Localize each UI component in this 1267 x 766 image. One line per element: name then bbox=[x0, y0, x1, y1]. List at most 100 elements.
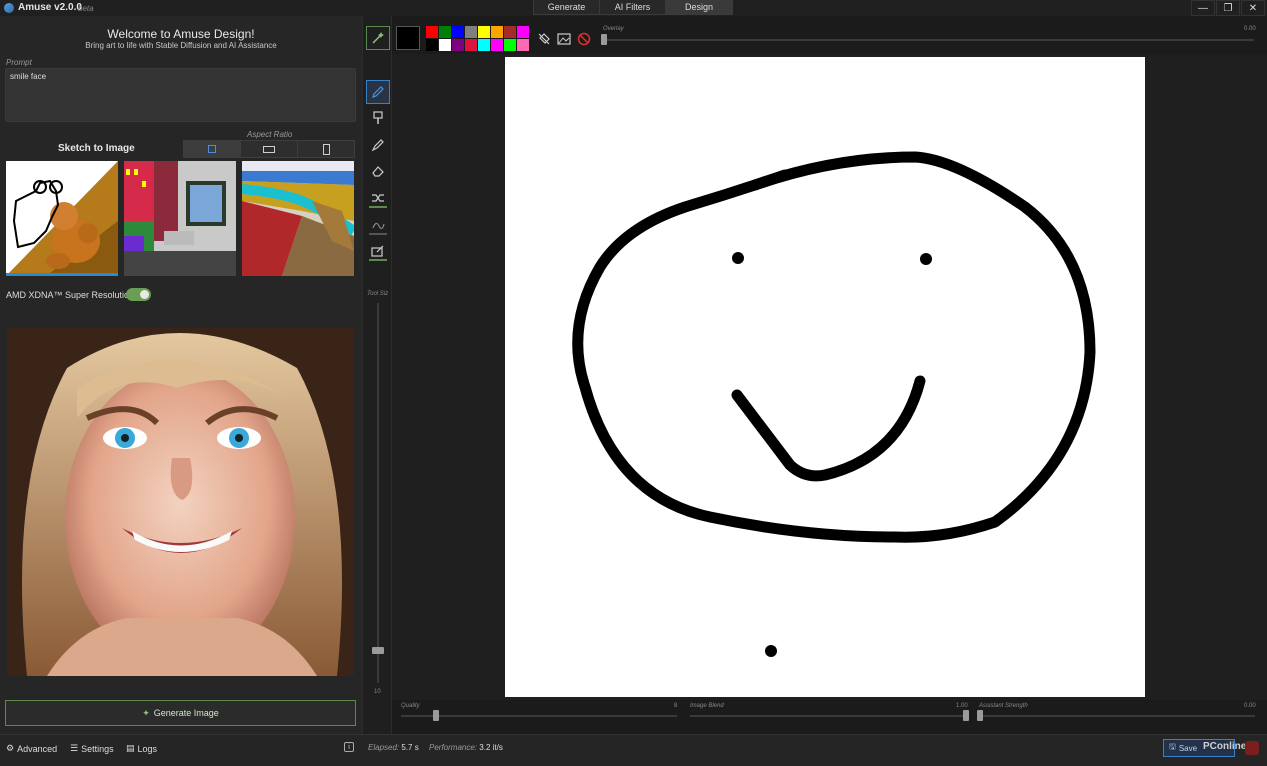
marker-tool[interactable] bbox=[366, 133, 390, 157]
palette-color-swatch[interactable] bbox=[452, 39, 464, 51]
brush-tool[interactable] bbox=[366, 106, 390, 130]
save-label: Save bbox=[1178, 743, 1198, 753]
selected-color-swatch[interactable] bbox=[396, 26, 420, 50]
brush-icon bbox=[373, 111, 383, 124]
performance-value: 3.2 it/s bbox=[479, 743, 503, 752]
generation-sliders: Quality 8 Image Blend 1.00 Assistant Str… bbox=[392, 700, 1267, 734]
eraser-tool[interactable] bbox=[366, 159, 390, 183]
overlay-slider-thumb[interactable] bbox=[601, 34, 607, 45]
palette-color-swatch[interactable] bbox=[504, 39, 516, 51]
advanced-button[interactable]: ⚙ Advanced bbox=[6, 743, 57, 754]
save-icon: 🖫 bbox=[1169, 742, 1176, 751]
sketch-drawing bbox=[572, 151, 1096, 657]
palette-color-swatch[interactable] bbox=[426, 26, 438, 38]
pencil-tool[interactable] bbox=[366, 80, 390, 104]
welcome-title: Welcome to Amuse Design! bbox=[107, 27, 255, 41]
image-icon[interactable] bbox=[557, 32, 571, 46]
status-bar: ⚙ Advanced ☰ Settings ▤ Logs i Elapsed: 5.7… bbox=[0, 734, 1267, 766]
tool-size-value: 10 bbox=[374, 689, 381, 695]
eraser-icon bbox=[372, 166, 384, 177]
palette-color-swatch[interactable] bbox=[517, 26, 529, 38]
palette-color-swatch[interactable] bbox=[478, 39, 490, 51]
minimize-button[interactable]: — bbox=[1191, 0, 1215, 16]
tab-design[interactable]: Design bbox=[666, 0, 732, 14]
aspect-square-button[interactable] bbox=[184, 141, 241, 157]
tab-generate[interactable]: Generate bbox=[534, 0, 600, 14]
performance-label: Performance: bbox=[429, 743, 478, 752]
clear-canvas-icon[interactable] bbox=[577, 32, 591, 46]
smudge-icon bbox=[372, 222, 385, 230]
performance-status: Performance: 3.2 it/s bbox=[429, 743, 503, 752]
sketch-preset-teddy-bear[interactable] bbox=[6, 161, 118, 276]
marker-icon bbox=[371, 139, 384, 152]
status-indicator-icon bbox=[1245, 741, 1259, 755]
elapsed-status: Elapsed: 5.7 s bbox=[368, 743, 419, 752]
magic-wand-tool[interactable] bbox=[366, 26, 390, 50]
amuse-logo-icon bbox=[4, 3, 14, 13]
settings-icon: ☰ bbox=[70, 743, 79, 753]
sketch-preset-room[interactable] bbox=[124, 161, 236, 276]
palette-color-swatch[interactable] bbox=[517, 39, 529, 51]
image-blend-label: Image Blend bbox=[690, 703, 724, 709]
quality-value: 8 bbox=[674, 703, 678, 709]
palette-color-swatch[interactable] bbox=[465, 39, 477, 51]
image-blend-slider-track[interactable] bbox=[690, 715, 968, 717]
advanced-icon: ⚙ bbox=[6, 743, 15, 753]
assistant-strength-slider-track[interactable] bbox=[979, 715, 1255, 717]
aspect-ratio-label: Aspect Ratio bbox=[247, 130, 293, 139]
aspect-ratio-selector bbox=[183, 140, 355, 158]
app-beta-label: beta bbox=[78, 4, 94, 13]
palette-color-swatch[interactable] bbox=[504, 26, 516, 38]
portrait-icon bbox=[322, 143, 330, 155]
assistant-strength-slider-thumb[interactable] bbox=[977, 710, 983, 721]
tool-size-slider-thumb[interactable] bbox=[372, 647, 384, 654]
palette-color-swatch[interactable] bbox=[426, 39, 438, 51]
quality-slider-track[interactable] bbox=[401, 715, 677, 717]
palette-color-swatch[interactable] bbox=[452, 26, 464, 38]
image-blend-slider-thumb[interactable] bbox=[963, 710, 969, 721]
overlay-slider-track[interactable] bbox=[602, 39, 1254, 41]
quality-label: Quality bbox=[401, 703, 420, 709]
advanced-label: Advanced bbox=[17, 743, 58, 754]
prompt-label: Prompt bbox=[6, 58, 32, 67]
edit-image-tool-indicator bbox=[369, 259, 387, 261]
super-resolution-toggle[interactable] bbox=[126, 288, 151, 301]
quality-slider-thumb[interactable] bbox=[433, 710, 439, 721]
aspect-landscape-button[interactable] bbox=[241, 141, 298, 157]
palette-bar: Overlay 0.00 bbox=[392, 16, 1267, 54]
palette-color-swatch[interactable] bbox=[465, 26, 477, 38]
fill-bucket-icon[interactable] bbox=[537, 32, 551, 46]
logs-icon: ▤ bbox=[126, 743, 135, 753]
palette-color-swatch[interactable] bbox=[491, 26, 503, 38]
generated-image-preview bbox=[7, 328, 354, 676]
tool-size-label: Tool Siz bbox=[367, 291, 389, 297]
drawing-toolbar: Tool Siz 10 bbox=[362, 16, 392, 734]
restore-button[interactable]: ❐ bbox=[1216, 0, 1240, 16]
palette-color-swatch[interactable] bbox=[439, 26, 451, 38]
info-icon[interactable]: i bbox=[344, 742, 354, 752]
pencil-icon bbox=[372, 86, 384, 98]
watermark: PConline bbox=[1203, 741, 1247, 752]
settings-label: Settings bbox=[81, 743, 114, 754]
drawing-canvas[interactable] bbox=[505, 57, 1145, 697]
mode-switcher: Generate AI Filters Design bbox=[533, 0, 733, 15]
logs-button[interactable]: ▤ Logs bbox=[126, 743, 157, 754]
smudge-tool-indicator bbox=[369, 233, 387, 235]
palette-color-swatch[interactable] bbox=[439, 39, 451, 51]
aspect-portrait-button[interactable] bbox=[298, 141, 354, 157]
settings-button[interactable]: ☰ Settings bbox=[70, 743, 114, 754]
close-button[interactable]: ✕ bbox=[1241, 0, 1265, 16]
generate-image-button[interactable]: ✦ Generate Image bbox=[5, 700, 356, 726]
welcome-subtitle: Bring art to life with Stable Diffusion … bbox=[85, 41, 277, 50]
logs-label: Logs bbox=[137, 743, 158, 754]
palette-color-swatch[interactable] bbox=[491, 39, 503, 51]
sketch-preset-landscape[interactable] bbox=[242, 161, 354, 276]
prompt-input[interactable]: smile face bbox=[5, 68, 356, 122]
palette-color-swatch[interactable] bbox=[478, 26, 490, 38]
shuffle-icon bbox=[372, 194, 384, 202]
title-bar: Amuse v2.0.0 beta Generate AI Filters De… bbox=[0, 0, 1267, 16]
tab-ai-filters[interactable]: AI Filters bbox=[600, 0, 666, 14]
sketch-to-image-label: Sketch to Image bbox=[58, 143, 135, 154]
tool-size-slider-track[interactable] bbox=[377, 303, 379, 683]
overlay-value: 0.00 bbox=[1244, 26, 1256, 32]
